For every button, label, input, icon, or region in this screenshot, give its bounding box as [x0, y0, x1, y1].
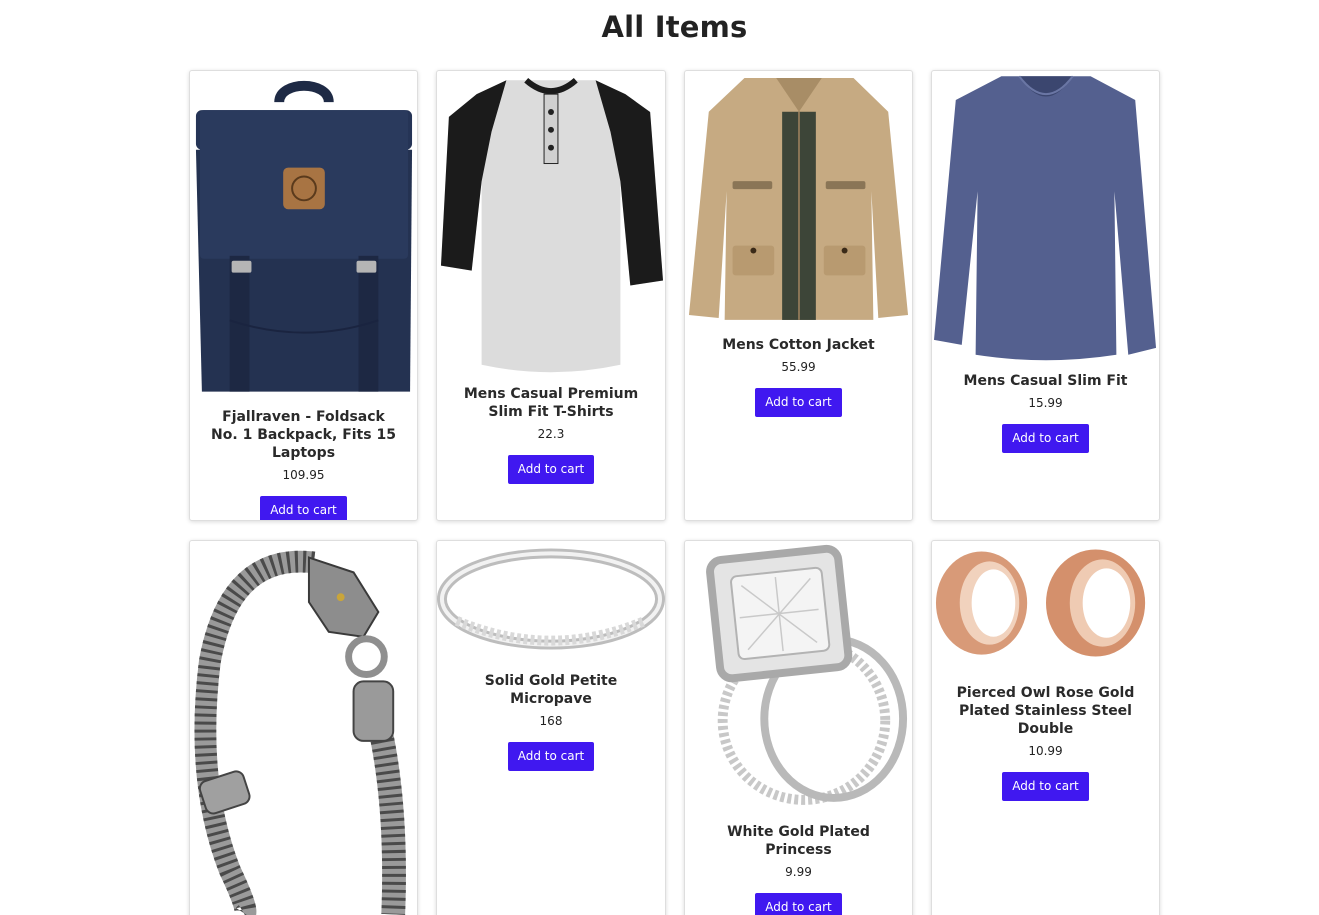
- product-card: Fjallraven - Foldsack No. 1 Backpack, Fi…: [189, 70, 418, 521]
- product-image-jacket: [688, 78, 909, 320]
- add-to-cart-button[interactable]: Add to cart: [507, 742, 595, 771]
- add-to-cart-button[interactable]: Add to cart: [755, 893, 842, 915]
- add-to-cart-button[interactable]: Add to cart: [1002, 772, 1089, 801]
- product-card: Solid Gold Petite Micropave 168 Add to c…: [436, 540, 666, 915]
- product-price: 55.99: [781, 360, 816, 374]
- product-image-ring: [437, 548, 665, 650]
- product-image-backpack: [195, 80, 413, 392]
- product-name: White Gold Plated Princess: [727, 824, 870, 858]
- product-name: Mens Cotton Jacket: [722, 337, 875, 353]
- product-card: Pierced Owl Rose Gold Plated Stainless S…: [931, 540, 1160, 915]
- product-card: Mens Casual Slim Fit 15.99 Add to cart: [931, 70, 1160, 521]
- product-image-princess-ring: [706, 544, 908, 805]
- product-price: 168: [539, 714, 563, 728]
- product-price: 15.99: [1028, 396, 1063, 410]
- product-price: 22.3: [537, 427, 565, 441]
- product-name: Pierced Owl Rose Gold Plated Stainless S…: [956, 685, 1135, 737]
- product-name: Mens Casual Slim Fit: [963, 373, 1128, 389]
- product-grid: Fjallraven - Foldsack No. 1 Backpack, Fi…: [0, 0, 1319, 915]
- product-image-bracelet: [194, 550, 406, 915]
- product-price: 10.99: [1028, 744, 1063, 758]
- add-to-cart-button[interactable]: Add to cart: [1002, 424, 1089, 453]
- product-image-tunnels: [935, 549, 1146, 657]
- add-to-cart-button[interactable]: Add to cart: [755, 388, 842, 417]
- product-card: [189, 540, 418, 915]
- product-image-longsleeve: [933, 75, 1157, 361]
- product-price: 109.95: [282, 468, 325, 482]
- product-card: Mens Cotton Jacket 55.99 Add to cart: [684, 70, 913, 521]
- product-name: Mens Casual Premium Slim Fit T-Shirts: [463, 386, 639, 420]
- product-image-shirt: [440, 77, 664, 373]
- product-price: 9.99: [785, 865, 812, 879]
- add-to-cart-button[interactable]: Add to cart: [507, 455, 595, 484]
- product-name: Solid Gold Petite Micropave: [484, 673, 618, 707]
- product-card: Mens Casual Premium Slim Fit T-Shirts 22…: [436, 70, 666, 521]
- product-card: White Gold Plated Princess 9.99 Add to c…: [684, 540, 913, 915]
- product-name: Fjallraven - Foldsack No. 1 Backpack, Fi…: [211, 409, 396, 461]
- add-to-cart-button[interactable]: Add to cart: [260, 496, 347, 520]
